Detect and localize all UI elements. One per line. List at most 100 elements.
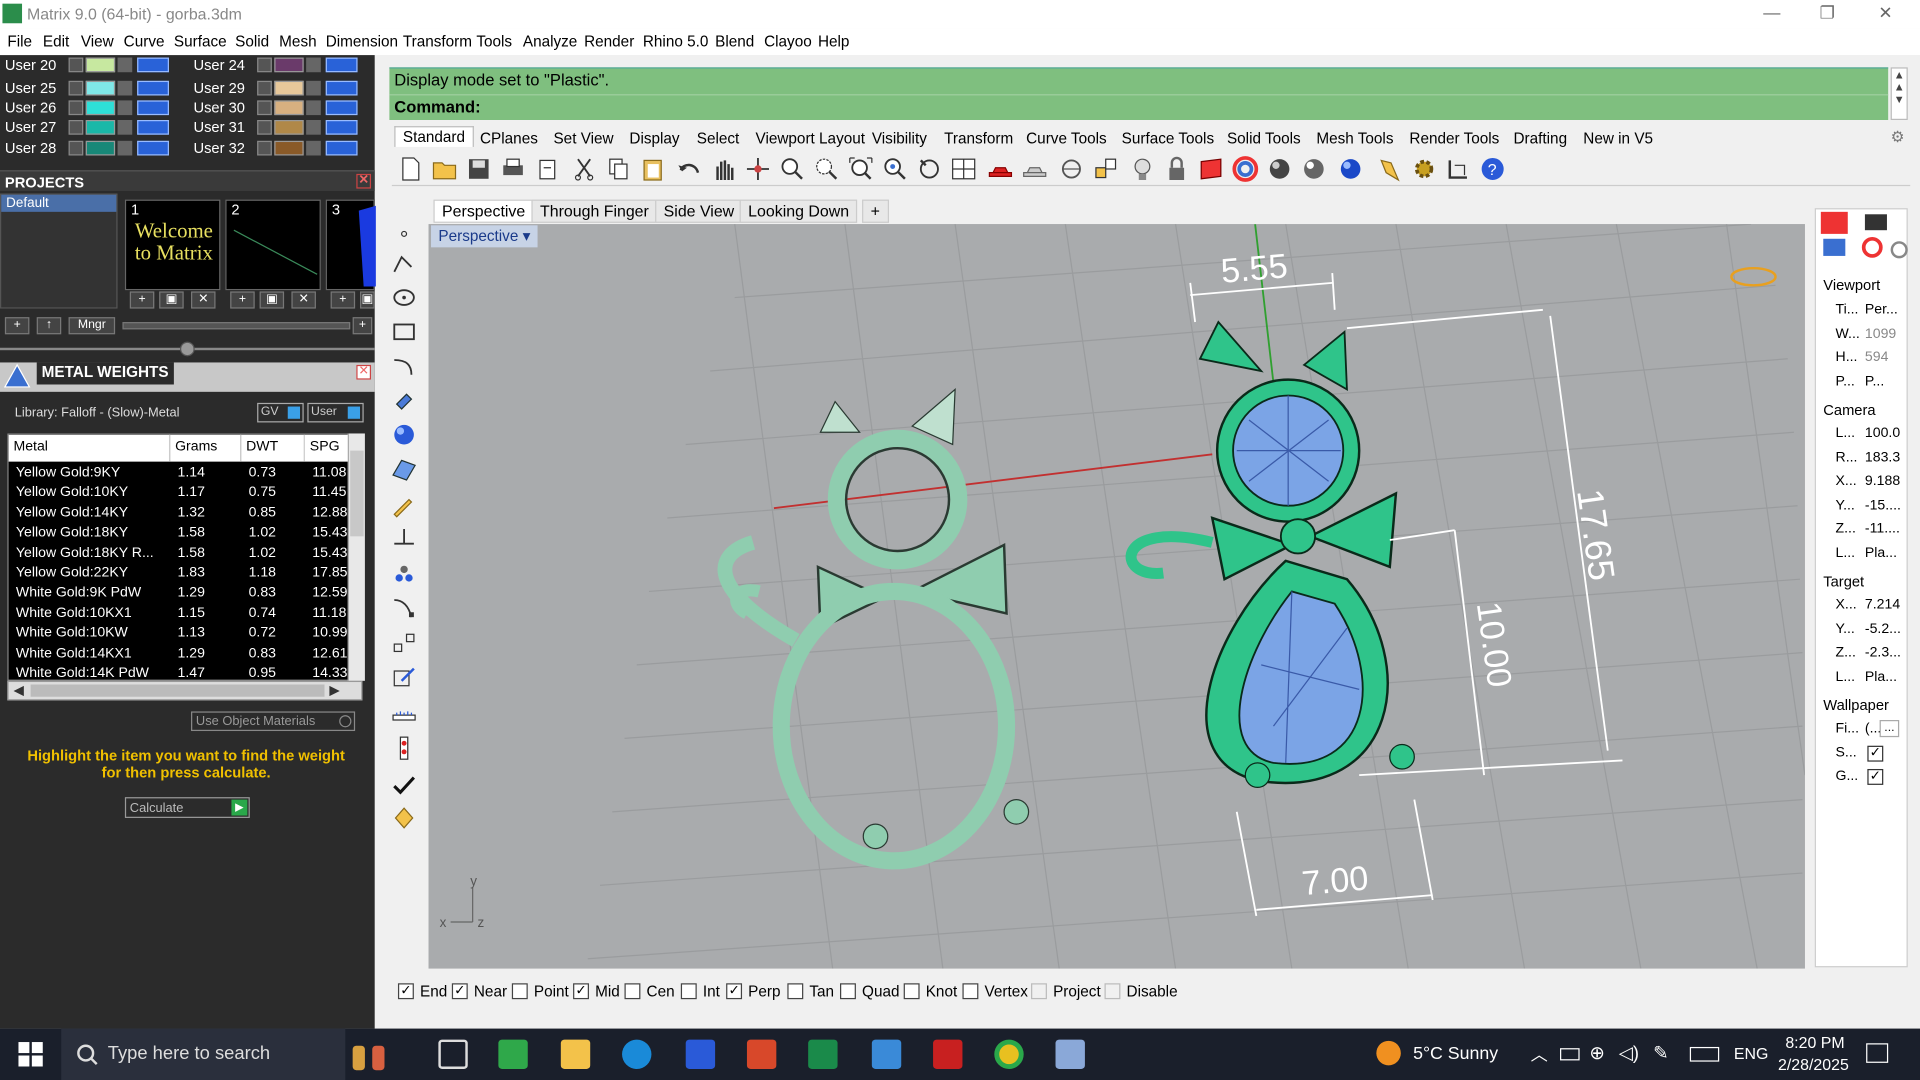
menu-tools[interactable]: Tools — [476, 33, 512, 50]
tab-perspective[interactable]: Perspective — [433, 199, 534, 223]
expand-arrow-icon[interactable] — [257, 140, 272, 156]
table-row[interactable]: Yellow Gold:18KY 1.58 1.02 15.43 — [9, 524, 362, 544]
tab-select[interactable]: Select — [697, 130, 740, 147]
layer-color-swatch[interactable] — [274, 120, 304, 135]
project-thumb-1[interactable]: 1 Welcome to Matrix — [124, 199, 221, 291]
options-gear-icon[interactable] — [1411, 156, 1438, 183]
property-value[interactable]: -5.2... — [1865, 622, 1901, 637]
property-row[interactable]: W... 1099 — [1821, 324, 1904, 346]
column-header-dwt[interactable]: DWT — [241, 434, 305, 462]
property-value[interactable]: 100.0 — [1865, 426, 1900, 441]
property-value[interactable]: Pla... — [1865, 670, 1897, 685]
tab-standard[interactable]: Standard — [394, 126, 474, 147]
property-value[interactable]: -2.3... — [1865, 646, 1901, 661]
calculate-button[interactable]: Calculate ▶ — [124, 797, 250, 818]
layer-row[interactable]: User 31 — [189, 118, 373, 138]
command-scrollbar[interactable]: ▲ ▲ ▼ — [1890, 67, 1908, 121]
language-indicator[interactable]: ENG — [1734, 1044, 1768, 1062]
solidworks-icon[interactable] — [933, 1039, 963, 1069]
layer-row[interactable]: User 24 — [189, 55, 373, 75]
tab-drafting[interactable]: Drafting — [1513, 130, 1567, 147]
layer-row[interactable]: User 30 — [189, 98, 373, 118]
expand-arrow-icon[interactable] — [68, 80, 84, 96]
save-project-icon[interactable]: ▣ — [259, 291, 285, 309]
property-value[interactable]: Per... — [1865, 302, 1898, 317]
dimension-icon[interactable] — [1445, 156, 1472, 183]
copy-icon[interactable] — [605, 156, 632, 183]
expand-arrow-icon[interactable] — [68, 57, 84, 73]
osnap-checkbox[interactable]: ✓ — [726, 983, 743, 1000]
layer-visibility-toggle[interactable] — [325, 120, 358, 135]
tab-display[interactable]: Display — [629, 130, 679, 147]
cut-icon[interactable] — [571, 156, 598, 183]
menu-render[interactable]: Render — [584, 33, 634, 50]
layer-row[interactable]: User 27 — [0, 118, 184, 138]
layer-visibility-toggle[interactable] — [325, 57, 358, 73]
windows-start-icon[interactable] — [18, 1042, 43, 1067]
property-row[interactable]: Y... -15.... — [1821, 496, 1904, 518]
rotate-view-icon[interactable] — [744, 156, 771, 183]
clock-date[interactable]: 2/28/2025 — [1778, 1056, 1849, 1074]
layer-visibility-toggle[interactable] — [137, 140, 169, 156]
property-value[interactable]: 9.188 — [1865, 474, 1900, 489]
menu-view[interactable]: View — [81, 33, 114, 50]
osnap-checkbox[interactable] — [511, 983, 528, 1000]
pen-icon[interactable]: ✎ — [1653, 1042, 1668, 1064]
taskbar-search[interactable]: Type here to search — [61, 1028, 385, 1080]
table-row[interactable]: Yellow Gold:9KY 1.14 0.73 11.08 — [9, 464, 362, 484]
scroll-left-icon[interactable]: ◀ — [13, 682, 23, 698]
layer-visibility-toggle[interactable] — [137, 57, 169, 73]
column-header-grams[interactable]: Grams — [170, 434, 242, 462]
table-row[interactable]: White Gold:14K PdW 1.47 0.95 14.33 — [9, 665, 362, 679]
layer-color-swatch[interactable] — [85, 80, 116, 96]
layer-color-icon[interactable] — [1198, 156, 1225, 183]
print-icon[interactable] — [500, 156, 527, 183]
menu-blend[interactable]: Blend — [715, 33, 754, 50]
polyline-icon[interactable] — [389, 250, 418, 277]
column-header-metal[interactable]: Metal — [8, 434, 171, 462]
restore-button[interactable]: ❐ — [1820, 2, 1835, 23]
extrude-icon[interactable] — [389, 387, 418, 414]
property-row[interactable]: H... 594 — [1821, 348, 1904, 370]
lock-icon[interactable] — [117, 57, 133, 73]
lock-icon[interactable] — [306, 100, 321, 116]
weather-text[interactable]: 5°C Sunny — [1413, 1044, 1498, 1064]
add-project-icon[interactable]: + — [330, 291, 356, 309]
property-value[interactable]: 7.214 — [1865, 598, 1900, 613]
osnap-checkbox[interactable] — [840, 983, 856, 1000]
table-horizontal-scrollbar[interactable]: ◀ ▶ — [7, 680, 363, 701]
property-value[interactable]: P... — [1865, 374, 1884, 389]
layer-color-swatch[interactable] — [85, 100, 116, 116]
save-project-icon[interactable]: ▣ — [159, 291, 184, 309]
lock-icon[interactable] — [306, 140, 321, 156]
property-row[interactable]: L... Pla... — [1821, 667, 1904, 689]
menu-edit[interactable]: Edit — [43, 33, 69, 50]
expand-arrow-icon[interactable] — [257, 57, 272, 73]
menu-help[interactable]: Help — [818, 33, 849, 50]
project-thumb-3[interactable]: 3 — [325, 199, 376, 291]
wallpaper-checkbox[interactable]: ✓ — [1867, 745, 1884, 762]
car-icon[interactable] — [987, 156, 1014, 183]
add-icon[interactable]: + — [4, 317, 30, 335]
add-project-icon[interactable]: + — [230, 291, 255, 309]
radio-icon[interactable] — [339, 715, 352, 728]
spotlight-icon[interactable] — [1376, 156, 1403, 183]
close-button[interactable]: ✕ — [1878, 2, 1892, 23]
property-row[interactable]: G... — [1821, 767, 1904, 789]
layer-row[interactable]: User 29 — [189, 78, 373, 98]
help-tab-icon[interactable] — [1823, 238, 1846, 256]
property-row[interactable]: P... P... — [1821, 372, 1904, 394]
color-wheel-icon[interactable] — [1232, 156, 1259, 183]
blue-sphere-icon[interactable] — [1337, 156, 1364, 183]
layer-visibility-toggle[interactable] — [325, 80, 358, 96]
battery-icon[interactable] — [1560, 1048, 1580, 1061]
osnap-checkbox[interactable] — [787, 983, 804, 1000]
menu-rhino5[interactable]: Rhino 5.0 — [643, 33, 709, 50]
menu-dimension[interactable]: Dimension — [326, 33, 398, 50]
properties-tab-icon[interactable] — [1820, 211, 1848, 234]
add-project-icon[interactable]: + — [129, 291, 155, 309]
transform-icon[interactable] — [389, 492, 418, 519]
menu-transform[interactable]: Transform — [403, 33, 472, 50]
manager-button[interactable]: Mngr — [68, 317, 116, 335]
tab-render-tools[interactable]: Render Tools — [1409, 130, 1499, 147]
